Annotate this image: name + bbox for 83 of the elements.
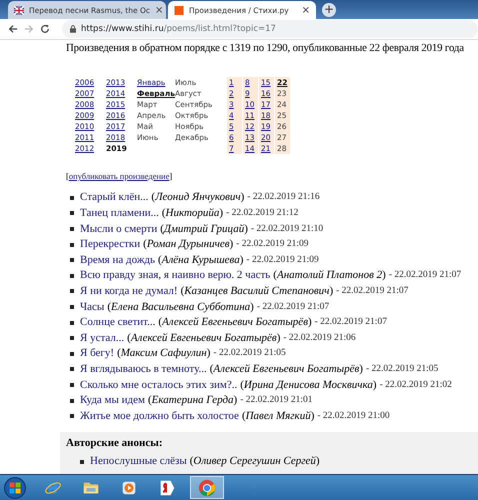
bullet-icon — [70, 398, 74, 403]
announcement-title-link[interactable]: Непослушные слёзы — [90, 455, 187, 468]
author-name: (Алексей Евгеньевич Богатырёв) — [127, 332, 280, 345]
author-name: (Алёна Курышева) — [158, 254, 244, 267]
close-button[interactable]: × — [302, 4, 310, 16]
bullet-icon — [70, 242, 74, 247]
poem-title-link[interactable]: Всю правду зная, я наивно верю. 2 часть — [80, 269, 270, 282]
bracket-text: ] — [169, 171, 172, 182]
poem-title-link[interactable]: Часы — [80, 300, 104, 314]
taskbar-button[interactable] — [190, 476, 224, 499]
author-name: (Ирина Денисова Москвичка) — [240, 378, 377, 392]
chrome-logo-icon — [198, 478, 216, 496]
author-name: (Анатолий Платонов 2) — [273, 269, 386, 282]
date-text: - 22.02.2019 21:00 — [317, 410, 390, 423]
date-text: - 22.02.2019 21:07 — [336, 284, 408, 298]
bullet-icon — [80, 460, 84, 464]
author-name: (Казанцев Василий Степанович) — [180, 284, 334, 298]
author-name: (Алексей Евгеньевич Богатырёв) — [158, 316, 312, 330]
start-orb-icon[interactable] — [4, 476, 26, 498]
poem-title-link[interactable]: Куда мы идем — [80, 394, 145, 408]
author-name: (Екатерина Герда) — [148, 394, 238, 408]
author-name: (Леонид Янчукович) — [151, 191, 244, 204]
author-name: (Алексей Евгеньевич Богатырёв) — [210, 362, 363, 376]
date-text: - 22.02.2019 21:02 — [380, 378, 452, 392]
author-name: (Елена Васильевна Субботина) — [107, 300, 254, 314]
page-heading: Произведения в обратном порядке с 1319 по 1290, опубликованные 22 февраля 2019 года — [66, 42, 465, 54]
bullet-icon — [70, 258, 74, 262]
flag-icon — [14, 6, 24, 15]
square-icon — [174, 6, 184, 15]
date-text: - 22.02.2019 21:05 — [213, 347, 286, 360]
poem-title-link[interactable]: Я бегу! — [80, 347, 114, 360]
bullet-icon — [70, 211, 74, 216]
author-name: (Павел Мягкий) — [242, 410, 314, 423]
bullet-icon — [70, 305, 74, 310]
poem-title-link[interactable]: Я устал... — [80, 332, 124, 345]
bullet-icon — [70, 383, 74, 388]
poem-title-link[interactable]: Время на дождь — [80, 254, 156, 267]
date-text: - 22.02.2019 21:07 — [314, 316, 387, 330]
play-icon — [120, 478, 138, 496]
poem-title-link[interactable]: Танец пламени... — [80, 206, 159, 220]
poem-title-link[interactable]: Солнце светит... — [80, 316, 156, 330]
bullet-icon — [70, 320, 74, 325]
reload-icon[interactable] — [40, 24, 50, 34]
bullet-icon — [70, 227, 74, 232]
letter-tag-icon — [158, 478, 176, 496]
address-bar[interactable]: https://www.stihi.ru/poems/list.html?topic=17 — [62, 20, 478, 38]
date-text: - 22.02.2019 21:16 — [247, 191, 320, 204]
announcements-title: Авторские анонсы: — [66, 437, 164, 449]
author-name: (Никторийа) — [162, 206, 224, 220]
bullet-icon — [70, 367, 74, 372]
bullet-icon — [70, 196, 74, 200]
date-text: - 22.02.2019 21:09 — [246, 254, 319, 267]
close-button[interactable]: × — [155, 4, 164, 16]
date-text: - 22.02.2019 21:07 — [256, 300, 330, 314]
url-text: https://www.stihi.ru/poems/list.html?topic=17 — [81, 24, 276, 34]
poem-title-link[interactable]: Сколько мне осталось этих зим?.. — [80, 378, 238, 392]
poem-title-link[interactable]: Я вглядываюсь в темноту... — [80, 362, 207, 376]
bullet-icon — [70, 336, 74, 340]
new-tab-button[interactable]: + — [322, 3, 336, 18]
bullet-icon — [70, 352, 74, 356]
date-text: - 22.02.2019 21:12 — [226, 206, 298, 220]
lock-icon — [70, 25, 76, 34]
author-name: (Роман Дурыничев) — [143, 238, 234, 252]
back-arrow-icon[interactable] — [8, 24, 18, 34]
bracket-text: [ — [66, 171, 69, 182]
poem-title-link[interactable]: Перекрестки — [80, 238, 140, 252]
date-text: - 22.02.2019 21:06 — [283, 332, 356, 345]
publish-link[interactable]: опубликовать произведение — [68, 171, 170, 182]
date-text: - 22.02.2019 21:07 — [388, 269, 462, 282]
date-text: - 22.02.2019 21:09 — [236, 238, 308, 252]
date-text: - 22.02.2019 21:10 — [250, 222, 324, 236]
author-name: (Оливер Серегушин Сергей) — [190, 455, 320, 468]
author-name: (Максим Сафиулин) — [117, 347, 210, 360]
author-name: (Дмитрий Грицай) — [160, 222, 248, 236]
poem-title-link[interactable]: Старый клён... — [80, 191, 148, 204]
bullet-icon — [70, 274, 74, 278]
bullet-icon — [70, 289, 74, 294]
bullet-icon — [70, 414, 74, 418]
poem-title-link[interactable]: Я ни когда не думал! — [80, 284, 178, 298]
poem-title-link[interactable]: Мысли о смерти — [80, 222, 158, 236]
date-text: - 22.02.2019 21:01 — [240, 394, 312, 408]
date-text: - 22.02.2019 21:05 — [366, 362, 438, 376]
poem-title-link[interactable]: Житье мое должно быть холостое — [80, 410, 239, 423]
